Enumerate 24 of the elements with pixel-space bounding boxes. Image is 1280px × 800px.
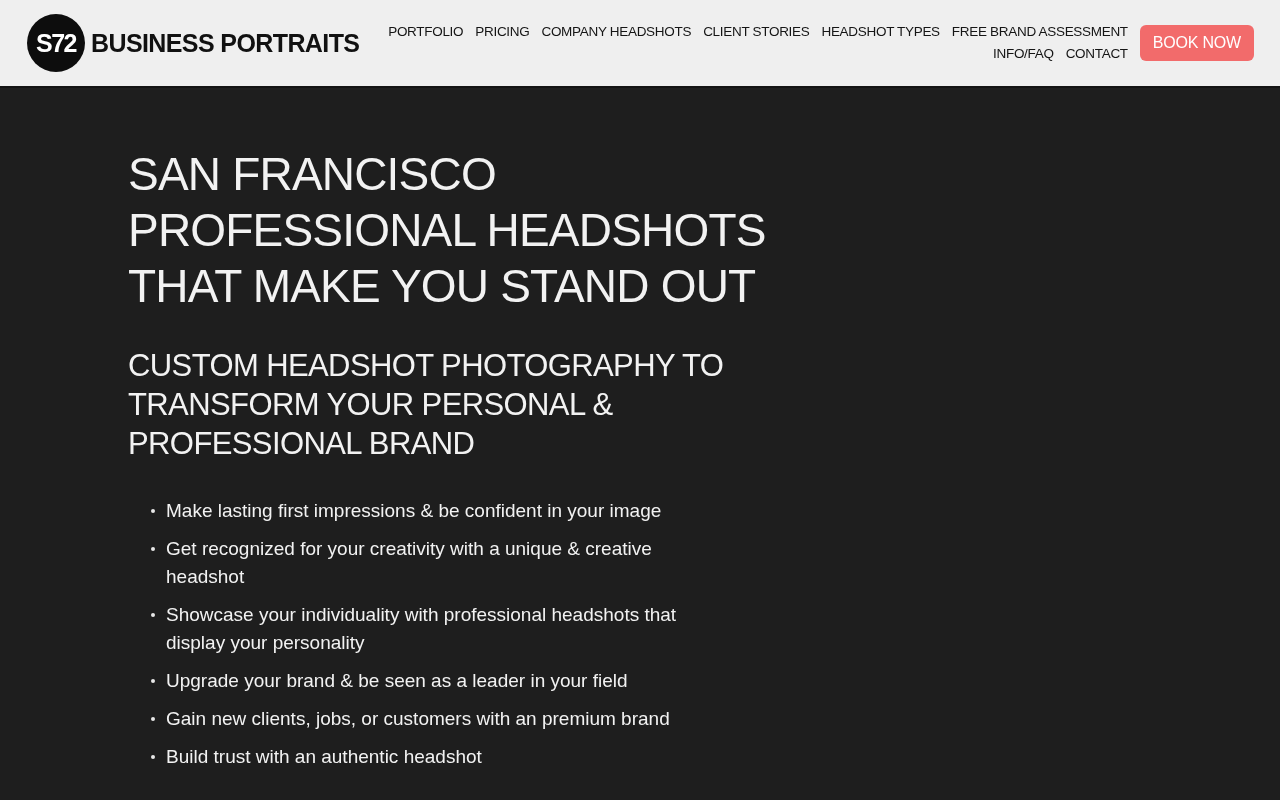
- benefit-text: Showcase your individuality with professional headshots that display your personality: [166, 603, 678, 655]
- benefit-text: Upgrade your brand & be seen as a leader in your field: [166, 669, 629, 693]
- logo-mark[interactable]: S72: [27, 14, 85, 72]
- bullet-icon: [151, 509, 155, 513]
- bullet-icon: [151, 755, 155, 759]
- nav-link[interactable]: PRICING: [475, 23, 530, 41]
- bullet-icon: [151, 717, 155, 721]
- benefit-text: Gain new clients, jobs, or customers with an premium brand: [166, 707, 671, 731]
- benefit-text: Make lasting first impressions & be confident in your image: [166, 499, 663, 523]
- bullet-icon: [151, 547, 155, 551]
- hero-subtitle: CUSTOM HEADSHOT PHOTOGRAPHY TO TRANSFORM YOUR PERSONAL & PROFESSIONAL BRAND: [128, 347, 725, 463]
- benefit-text: Get recognized for your creativity with a unique & creative headshot: [166, 537, 653, 589]
- benefit-text: Build trust with an authentic headshot: [166, 745, 483, 769]
- nav-link[interactable]: INFO/FAQ: [993, 45, 1054, 63]
- nav-link[interactable]: HEADSHOT TYPES: [821, 23, 940, 41]
- nav-link[interactable]: CONTACT: [1065, 45, 1128, 63]
- nav-link[interactable]: PORTFOLIO: [388, 23, 464, 41]
- hero-title: SAN FRANCISCO PROFESSIONAL HEADSHOTS THAT MAKE YOU STAND OUT: [128, 147, 767, 314]
- nav-link[interactable]: FREE BRAND ASSESSMENT: [951, 23, 1128, 41]
- logo-text[interactable]: BUSINESS PORTRAITS: [91, 28, 360, 58]
- nav-link[interactable]: COMPANY HEADSHOTS: [541, 23, 692, 41]
- bullet-icon: [151, 613, 155, 617]
- nav-link[interactable]: CLIENT STORIES: [703, 23, 810, 41]
- bullet-icon: [151, 679, 155, 683]
